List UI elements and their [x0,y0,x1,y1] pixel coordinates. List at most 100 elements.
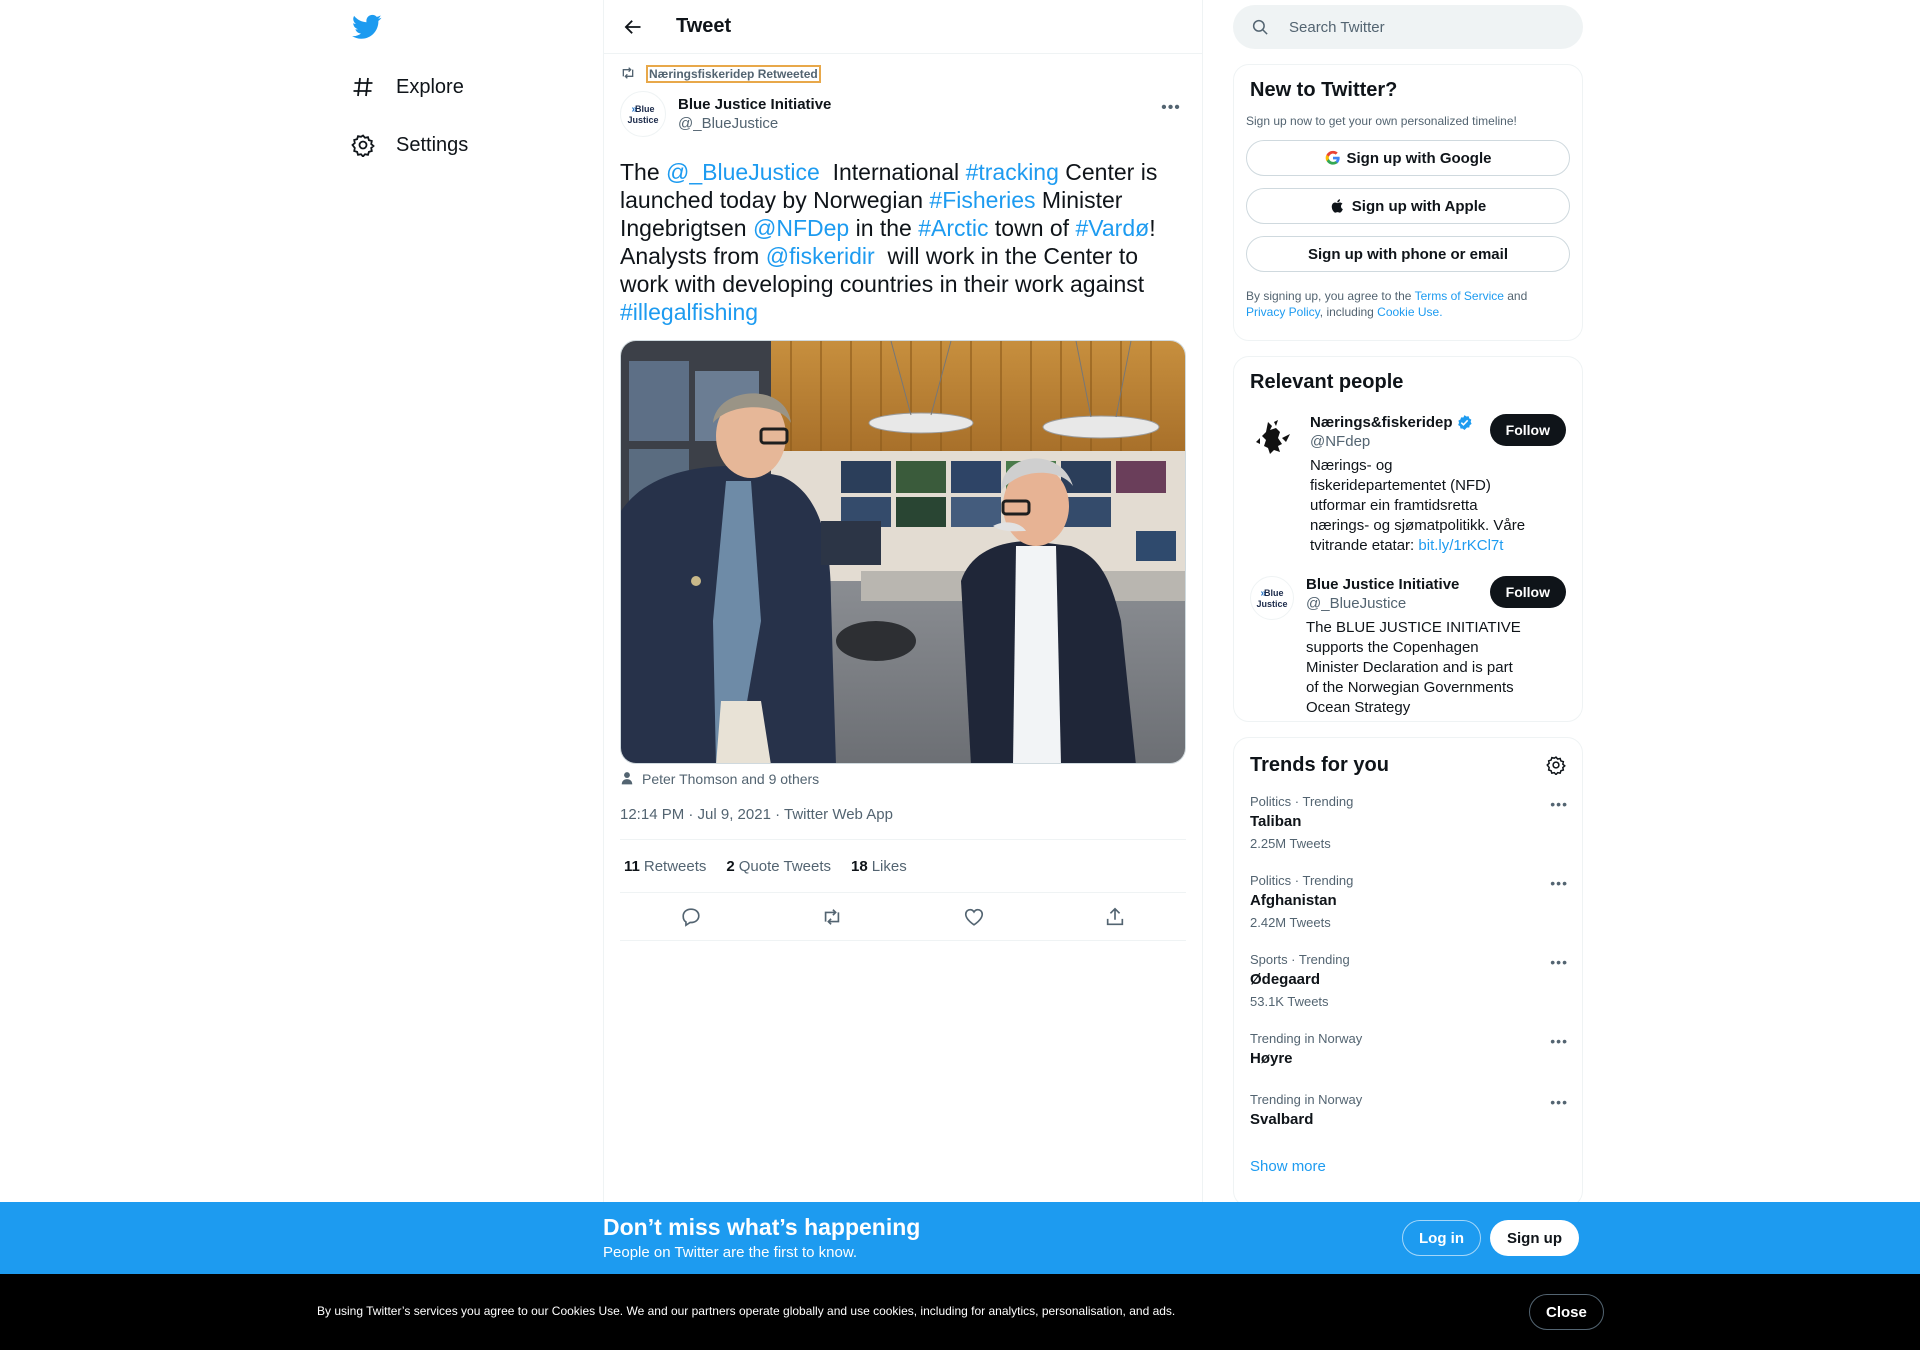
terms-text-3: , including [1319,305,1378,319]
tagged-label: Peter Thomson and 9 others [642,771,820,787]
login-prompt-bar: Don’t miss what’s happening People on Tw… [0,1202,1920,1274]
tweet-timestamp[interactable]: 12:14 PM · Jul 9, 2021 · Twitter Web App [620,806,1186,840]
trend-category: Trending in Norway [1250,1092,1363,1107]
retweeted-by-link[interactable]: Næringsfiskeridep Retweeted [646,65,821,83]
more-options-icon[interactable]: ••• [1550,796,1568,812]
person-item[interactable]: »Blue Justice Blue Justice Initiative @_… [1250,576,1566,718]
person-bio: The BLUE JUSTICE INITIATIVE supports the… [1306,619,1521,716]
cookie-close-button[interactable]: Close [1529,1294,1604,1330]
signup-google-button[interactable]: Sign up with Google [1246,140,1570,176]
trend-name: Svalbard [1250,1111,1314,1128]
privacy-policy-link[interactable]: Privacy Policy [1246,305,1320,319]
likes-stat[interactable]: 18 Likes [851,858,907,875]
gear-icon [350,132,376,158]
search-icon [1251,18,1269,36]
likes-label: Likes [871,857,907,875]
follow-button[interactable]: Follow [1489,576,1566,608]
new-to-twitter-subtitle: Sign up now to get your own personalized… [1246,114,1517,128]
retweet-action-icon[interactable] [821,906,843,928]
page-header: Tweet [604,0,1202,54]
new-to-twitter-card: New to Twitter? Sign up now to get your … [1233,64,1583,341]
more-options-icon[interactable]: ••• [1550,875,1568,891]
quotes-label: Quote Tweets [738,857,832,875]
login-button[interactable]: Log in [1402,1220,1481,1256]
share-icon[interactable] [1104,906,1126,928]
cookie-notice-text: By using Twitter’s services you agree to… [317,1304,1176,1318]
retweet-icon [620,65,638,83]
bluejustice-avatar[interactable]: »Blue Justice [1250,576,1294,620]
search-input[interactable] [1289,18,1539,36]
retweets-count: 11 [624,857,640,875]
tweet-text-link[interactable]: #Fisheries [929,187,1035,213]
tweet-text-link[interactable]: @fiskeridir [766,243,875,269]
reply-icon[interactable] [680,906,702,928]
signup-apple-label: Sign up with Apple [1351,197,1487,215]
avatar-text-2: Justice [1256,598,1288,609]
signup-apple-button[interactable]: Sign up with Apple [1246,188,1570,224]
trend-item[interactable]: Politics · Trending Taliban 2.25M Tweets… [1234,794,1582,851]
trend-count: 2.42M Tweets [1250,915,1331,930]
like-icon[interactable] [963,906,985,928]
quotes-count: 2 [726,857,735,875]
tweet-text-segment: International [819,159,966,185]
tweet-text-link[interactable]: @_BlueJustice [666,159,820,185]
trend-item[interactable]: Sports · Trending Ødegaard 53.1K Tweets … [1234,952,1582,1009]
tagged-people[interactable]: Peter Thomson and 9 others [620,770,1186,788]
tweet-text-link[interactable]: #tracking [966,159,1059,185]
author-name[interactable]: Blue Justice Initiative [678,96,831,113]
avatar-text-2: Justice [627,114,659,125]
retweets-label: Retweets [643,857,707,875]
author-handle[interactable]: @_BlueJustice [678,115,831,132]
terms-text-1: By signing up, you agree to the [1246,289,1415,303]
signup-phone-label: Sign up with phone or email [1307,245,1508,263]
nfd-avatar[interactable] [1250,414,1298,462]
nav-settings[interactable]: Settings [350,125,468,165]
more-options-icon[interactable]: ••• [1550,1094,1568,1110]
trend-item[interactable]: Trending in Norway Svalbard ••• [1234,1092,1582,1128]
tweet-text-link[interactable]: #illegalfishing [620,299,758,325]
trend-count: 2.25M Tweets [1250,836,1331,851]
more-options-icon[interactable]: ••• [1550,1033,1568,1049]
trends-settings-gear-icon[interactable] [1546,755,1566,776]
tweet-photo[interactable] [620,340,1186,764]
tweet: Næringsfiskeridep Retweeted »Blue Justic… [604,54,1202,941]
signup-google-label: Sign up with Google [1346,149,1492,167]
twitter-bird-icon[interactable] [352,12,382,42]
trend-category: Politics · Trending [1250,873,1354,888]
tweet-text-link[interactable]: @NFDep [753,215,849,241]
follow-button[interactable]: Follow [1489,414,1566,446]
trend-name: Afghanistan [1250,892,1337,909]
trend-item[interactable]: Politics · Trending Afghanistan 2.42M Tw… [1234,873,1582,930]
signup-button[interactable]: Sign up [1490,1220,1579,1256]
person-bio-link[interactable]: bit.ly/1rKCl7t [1418,537,1503,554]
nav-settings-label: Settings [396,133,469,156]
cookie-use-link[interactable]: Cookie Use. [1377,305,1442,319]
nav-explore[interactable]: Explore [350,67,464,107]
relevant-people-card: Relevant people Nærings&fiskeridep @NFde [1233,356,1583,722]
retweet-context: Næringsfiskeridep Retweeted [620,64,1186,84]
avatar-text-1: Blue [635,103,655,114]
person-item[interactable]: Nærings&fiskeridep @NFdep Nærings- og fi… [1250,414,1566,556]
terms-of-service-link[interactable]: Terms of Service [1415,289,1504,303]
more-options-icon[interactable]: ••• [1156,96,1186,120]
more-options-icon[interactable]: ••• [1550,954,1568,970]
show-more-link[interactable]: Show more [1234,1158,1582,1175]
signup-phone-email-button[interactable]: Sign up with phone or email [1246,236,1570,272]
retweets-stat[interactable]: 11 Retweets [624,858,706,875]
quote-tweets-stat[interactable]: 2 Quote Tweets [726,858,831,875]
tweet-text-link[interactable]: #Arctic [918,215,988,241]
author-avatar[interactable]: »Blue Justice [620,91,666,137]
avatar-text-1: Blue [1264,587,1284,598]
page-title: Tweet [676,15,732,37]
back-arrow-icon[interactable] [622,16,644,38]
login-prompt-subline: People on Twitter are the first to know. [603,1244,858,1261]
tweet-text-link[interactable]: #Vardø [1075,215,1149,241]
cookie-bar: By using Twitter’s services you agree to… [0,1274,1920,1350]
trend-name: Taliban [1250,813,1302,830]
trend-item[interactable]: Trending in Norway Høyre ••• [1234,1031,1582,1067]
relevant-people-title: Relevant people [1250,371,1404,393]
trend-category: Trending in Norway [1250,1031,1363,1046]
trend-count: 53.1K Tweets [1250,994,1329,1009]
likes-count: 18 [851,857,868,875]
search-box[interactable] [1233,5,1583,49]
